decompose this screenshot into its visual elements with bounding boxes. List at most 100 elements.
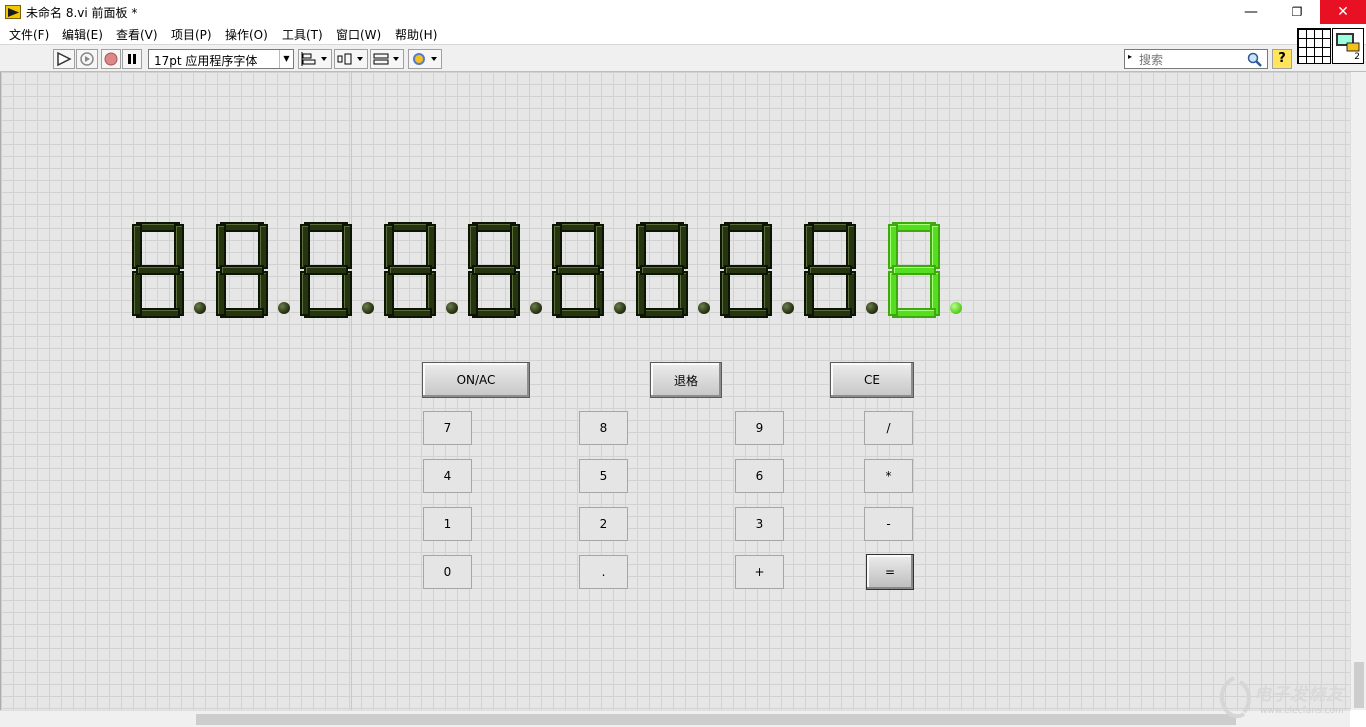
segment-d [892,308,936,318]
title-bar: 未命名 8.vi 前面板 * — ❐ ✕ [0,0,1366,24]
font-select[interactable]: 17pt 应用程序字体 ▼ [148,49,294,69]
segment-b [510,224,520,269]
segment-f [720,224,730,269]
pause-icon [128,54,136,64]
segment-g [724,265,768,275]
backspace-button[interactable]: 退格 [650,362,722,398]
segment-f [552,224,562,269]
distribute-icon [337,53,363,65]
digit-8 [718,222,774,318]
run-continuously-button[interactable] [76,49,98,69]
font-select-value: 17pt 应用程序字体 [154,54,258,68]
run-arrow-icon [57,51,72,67]
segment-f [888,224,898,269]
key-2-button[interactable]: 2 [579,507,628,541]
search-input[interactable] [1139,52,1239,67]
window-title: 未命名 8.vi 前面板 * [26,6,138,20]
key-6-button[interactable]: 6 [735,459,784,493]
segment-d [136,308,180,318]
menu-edit[interactable]: 编辑(E) [62,26,103,43]
segment-f [804,224,814,269]
watermark-text: 电子发烧友 [1254,685,1344,705]
menu-project[interactable]: 项目(P) [171,26,212,43]
reorder-icon [413,53,437,65]
search-scope-arrow-icon: ▸ [1128,52,1133,61]
resize-icon [373,53,399,65]
segment-b [426,224,436,269]
key-8-button[interactable]: 8 [579,411,628,445]
abort-icon [104,52,118,66]
subtract-button[interactable]: - [864,507,913,541]
help-button[interactable]: ? [1272,49,1292,69]
menu-bar: 文件(F) 编辑(E) 查看(V) 项目(P) 操作(O) 工具(T) 窗口(W… [0,24,1366,44]
segment-e [720,271,730,316]
vi-icon[interactable]: 2 [1332,28,1364,64]
distribute-objects-button[interactable] [334,49,368,69]
segment-b [762,224,772,269]
decimal-point-led [278,302,290,314]
segment-f [636,224,646,269]
horizontal-scrollbar-thumb[interactable] [196,714,1236,725]
multiply-button[interactable]: * [864,459,913,493]
segment-d [220,308,264,318]
front-panel-canvas[interactable]: ON/AC 退格 CE 7 8 9 / 4 5 6 * 1 2 3 - 0 . … [0,72,1350,710]
search-box[interactable]: ▸ [1124,49,1268,69]
key-4-button[interactable]: 4 [423,459,472,493]
on-ac-button[interactable]: ON/AC [422,362,530,398]
decimal-point-led [530,302,542,314]
align-objects-button[interactable] [298,49,332,69]
watermark: 电子发烧友 www.elecfans.com [1212,672,1362,724]
segment-g [556,265,600,275]
help-icon: ? [1278,51,1286,66]
minimize-button[interactable]: — [1228,0,1274,24]
segment-g [304,265,348,275]
menu-view[interactable]: 查看(V) [116,26,158,43]
segment-g [892,265,936,275]
segment-g [472,265,516,275]
segment-f [216,224,226,269]
key-7-button[interactable]: 7 [423,411,472,445]
abort-button[interactable] [101,49,121,69]
decimal-point-led [950,302,962,314]
decimal-point-led [866,302,878,314]
segment-b [258,224,268,269]
key-1-button[interactable]: 1 [423,507,472,541]
decimal-point-button[interactable]: . [579,555,628,589]
decimal-point-led [446,302,458,314]
key-9-button[interactable]: 9 [735,411,784,445]
decimal-point-led [782,302,794,314]
close-button[interactable]: ✕ [1320,0,1366,24]
key-0-button[interactable]: 0 [423,555,472,589]
digit-2 [214,222,270,318]
run-continuously-icon [80,52,94,66]
run-button[interactable] [53,49,75,69]
digit-5 [466,222,522,318]
add-button[interactable]: + [735,555,784,589]
reorder-button[interactable] [408,49,442,69]
key-3-button[interactable]: 3 [735,507,784,541]
connector-pane-icon[interactable] [1297,28,1331,64]
key-5-button[interactable]: 5 [579,459,628,493]
segment-b [930,224,940,269]
segment-f [468,224,478,269]
menu-help[interactable]: 帮助(H) [395,26,437,43]
restore-button[interactable]: ❐ [1274,0,1320,24]
menu-window[interactable]: 窗口(W) [336,26,381,43]
clear-entry-button[interactable]: CE [830,362,914,398]
horizontal-scrollbar[interactable] [0,710,1350,727]
menu-tools[interactable]: 工具(T) [282,26,323,43]
segment-f [384,224,394,269]
divide-button[interactable]: / [864,411,913,445]
equals-button[interactable]: = [866,554,914,590]
segment-e [132,271,142,316]
vertical-scrollbar[interactable] [1350,72,1366,710]
menu-file[interactable]: 文件(F) [9,26,49,43]
segment-d [640,308,684,318]
segment-d [556,308,600,318]
search-icon[interactable] [1247,52,1263,67]
segment-e [552,271,562,316]
resize-objects-button[interactable] [370,49,404,69]
segment-e [216,271,226,316]
pause-button[interactable] [122,49,142,69]
menu-operate[interactable]: 操作(O) [225,26,268,43]
